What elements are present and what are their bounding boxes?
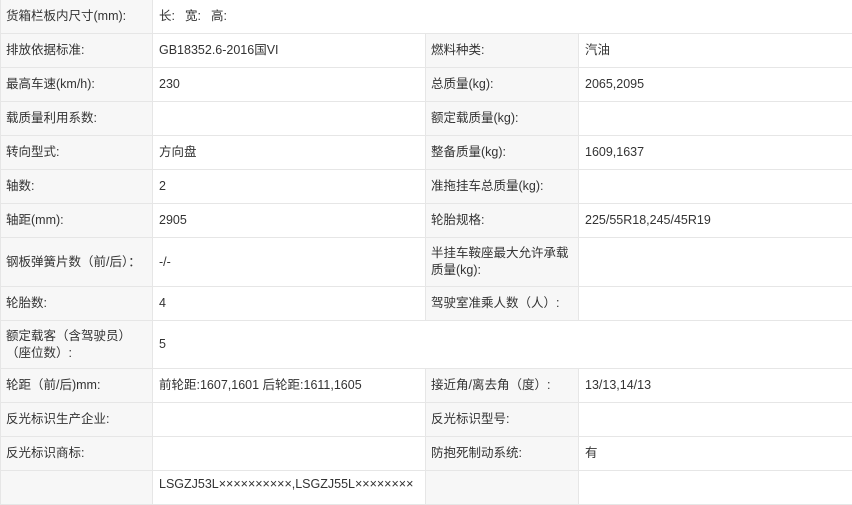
field-label — [426, 471, 579, 505]
table-row: LSGZJ53L××××××××××,LSGZJ55L×××××××× — [1, 471, 852, 505]
table-row: 反光标识生产企业: 反光标识型号: — [1, 403, 852, 437]
field-value: LSGZJ53L××××××××××,LSGZJ55L×××××××× — [153, 471, 426, 505]
field-label: 轴距(mm): — [1, 204, 153, 238]
table-row: 轮胎数:4驾驶室准乘人数（人）: — [1, 287, 852, 321]
table-row: 轴数:2准拖挂车总质量(kg): — [1, 170, 852, 204]
field-label: 整备质量(kg): — [426, 136, 579, 170]
table-row: 最高车速(km/h):230总质量(kg):2065,2095 — [1, 68, 852, 102]
field-label: 最高车速(km/h): — [1, 68, 153, 102]
field-label: 载质量利用系数: — [1, 102, 153, 136]
field-label: 轮距（前/后)mm: — [1, 369, 153, 403]
field-value: 前轮距:1607,1601 后轮距:1611,1605 — [153, 369, 426, 403]
dimension-label: 宽: — [185, 9, 201, 23]
field-label: 反光标识商标: — [1, 437, 153, 471]
field-value: GB18352.6-2016国VI — [153, 34, 426, 68]
field-value — [579, 403, 852, 437]
field-label: 半挂车鞍座最大允许承载质量(kg): — [426, 238, 579, 287]
table-row: 货箱栏板内尺寸(mm): 长: 宽: 高: — [1, 0, 852, 34]
table-row: 钢板弹簧片数（前/后）：-/-半挂车鞍座最大允许承载质量(kg): — [1, 238, 852, 287]
field-label: 轴数: — [1, 170, 153, 204]
field-value: 2065,2095 — [579, 68, 852, 102]
table-row: 轮距（前/后)mm:前轮距:1607,1601 后轮距:1611,1605接近角… — [1, 369, 852, 403]
field-label: 钢板弹簧片数（前/后）： — [1, 238, 153, 287]
field-label: 防抱死制动系统: — [426, 437, 579, 471]
field-value: 2 — [153, 170, 426, 204]
field-label: 准拖挂车总质量(kg): — [426, 170, 579, 204]
field-value: 225/55R18,245/45R19 — [579, 204, 852, 238]
table-row: 排放依据标准:GB18352.6-2016国VI燃料种类:汽油 — [1, 34, 852, 68]
field-value — [153, 102, 426, 136]
field-value — [579, 471, 852, 505]
field-value: 长: 宽: 高: — [153, 0, 852, 34]
field-value — [579, 170, 852, 204]
field-label — [1, 471, 153, 505]
field-value: 230 — [153, 68, 426, 102]
field-label: 反光标识生产企业: — [1, 403, 153, 437]
field-value: 汽油 — [579, 34, 852, 68]
field-label: 转向型式: — [1, 136, 153, 170]
field-value — [579, 238, 852, 287]
field-value — [579, 287, 852, 321]
field-value: -/- — [153, 238, 426, 287]
table-row: 额定载客（含驾驶员）（座位数）:5 — [1, 321, 852, 369]
field-value: 13/13,14/13 — [579, 369, 852, 403]
field-value — [153, 437, 426, 471]
field-label: 额定载质量(kg): — [426, 102, 579, 136]
field-value: 5 — [153, 321, 852, 369]
field-label: 轮胎规格: — [426, 204, 579, 238]
dimension-label: 高: — [211, 9, 227, 23]
dimension-label: 长: — [159, 9, 175, 23]
field-label: 轮胎数: — [1, 287, 153, 321]
table-row: 载质量利用系数: 额定载质量(kg): — [1, 102, 852, 136]
field-label: 总质量(kg): — [426, 68, 579, 102]
field-label: 反光标识型号: — [426, 403, 579, 437]
field-value: 有 — [579, 437, 852, 471]
field-label: 额定载客（含驾驶员）（座位数）: — [1, 321, 153, 369]
field-value: 2905 — [153, 204, 426, 238]
field-label: 驾驶室准乘人数（人）: — [426, 287, 579, 321]
field-value — [153, 403, 426, 437]
field-value: 方向盘 — [153, 136, 426, 170]
table-row: 转向型式:方向盘整备质量(kg):1609,1637 — [1, 136, 852, 170]
field-value: 4 — [153, 287, 426, 321]
field-label: 货箱栏板内尺寸(mm): — [1, 0, 153, 34]
table-row: 反光标识商标: 防抱死制动系统:有 — [1, 437, 852, 471]
field-label: 接近角/离去角（度）: — [426, 369, 579, 403]
vehicle-spec-table: 货箱栏板内尺寸(mm): 长: 宽: 高: 排放依据标准:GB18352.6-2016国… — [0, 0, 852, 505]
table-row: 轴距(mm):2905轮胎规格:225/55R18,245/45R19 — [1, 204, 852, 238]
field-value — [579, 102, 852, 136]
field-label: 排放依据标准: — [1, 34, 153, 68]
field-label: 燃料种类: — [426, 34, 579, 68]
field-value: 1609,1637 — [579, 136, 852, 170]
